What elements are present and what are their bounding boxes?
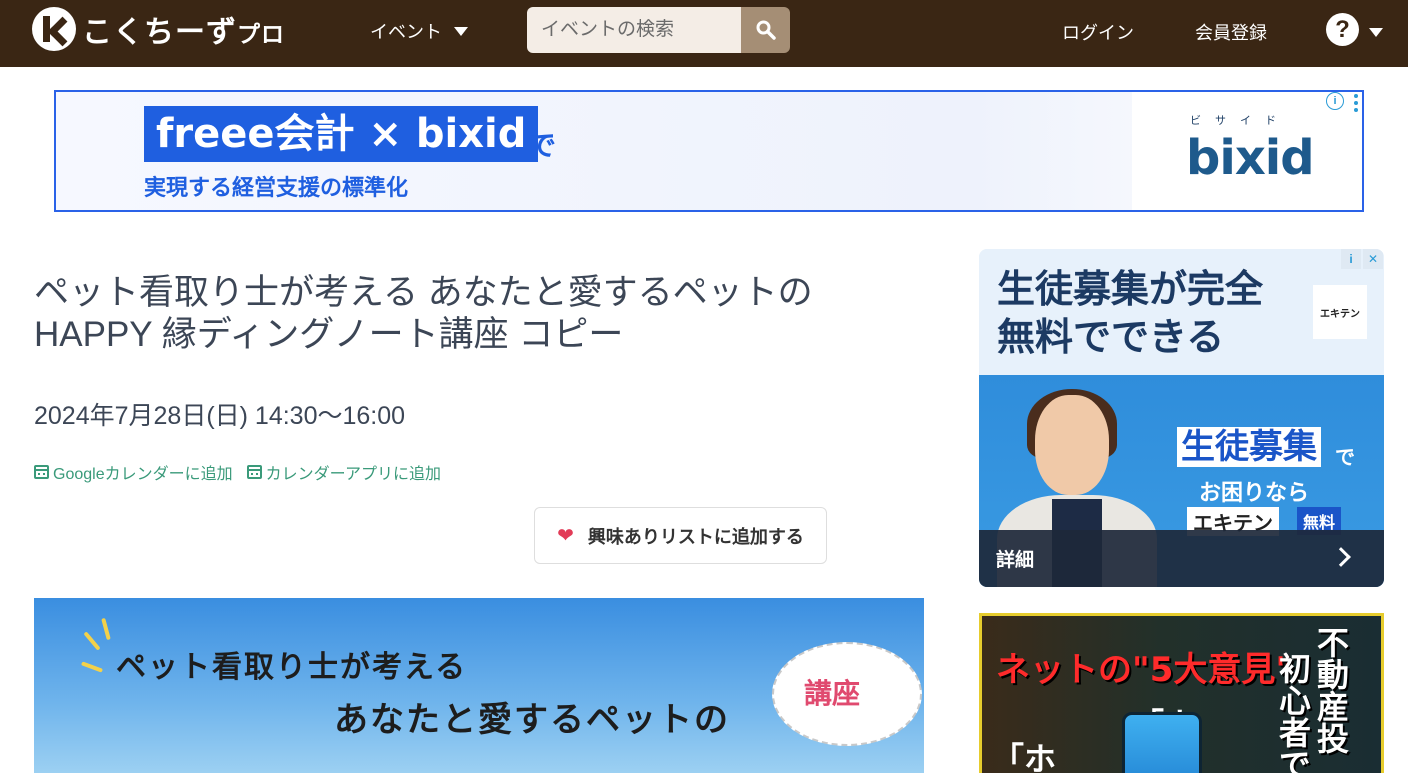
sidebar-ad2-vertical-2: 不動産投 [1312,626,1350,754]
banner-ad-brand-logo: bixid [1186,130,1315,186]
heart-icon: ❤ [557,525,574,547]
smartphone-icon [1122,712,1202,773]
search-input[interactable] [527,7,741,53]
site-logo[interactable]: こくちーずプロ [32,6,285,52]
chevron-down-icon [454,26,468,36]
nav-event-label: イベント [370,22,442,42]
ad-info-icon[interactable]: i [1341,249,1361,269]
banner-ad-subline: 実現する経営支援の標準化 [144,176,409,201]
hero-badge-text: 講座 [804,678,861,709]
sidebar-ad-tag-1: 生徒募集 [1177,427,1321,467]
event-hero-image: ペット看取り士が考える あなたと愛するペットの 講座 [34,598,924,773]
event-datetime: 2024年7月28日(日) 14:30〜16:00 [34,402,406,430]
search-button[interactable] [741,7,790,53]
nav-event-dropdown[interactable]: イベント [370,18,468,44]
add-calendar-app-label: カレンダーアプリに追加 [265,466,441,483]
sidebar-ad2-headline: ネットの [996,650,1132,690]
sidebar-ad-detail-label: 詳細 [996,550,1035,571]
add-calendar-app-link[interactable]: カレンダーアプリに追加 [246,460,441,484]
sidebar-ad-ekiten[interactable]: 生徒募集が完全無料でできる エキテン i ✕ 生徒募集 で お困りなら エキテン… [979,249,1384,587]
help-icon: ? [1326,13,1359,46]
banner-ad-brand-kana: ビサイド [1190,115,1290,127]
calendar-icon [246,465,262,479]
calendar-icon [34,465,49,479]
banner-ad-brand-panel: ビサイド bixid i [1132,92,1362,210]
register-link[interactable]: 会員登録 [1195,19,1267,45]
banner-ad-headline: freee会計 × bixid [144,106,539,162]
event-title: ペット看取り士が考える あなたと愛するペットの HAPPY 縁ディングノート講座… [34,273,813,354]
sidebar-ad2-vertical-1: 初心者で [1274,652,1312,773]
search-form [527,7,790,53]
hero-line-2: あなたと愛するペットの [334,700,730,740]
calendar-links: Googleカレンダーに追加 カレンダーアプリに追加 [34,460,441,484]
help-menu[interactable]: ? [1326,13,1383,46]
sidebar-ad2-headline-em: "5大意見" [1132,650,1294,690]
sidebar-ad-brand-logo: エキテン [1313,285,1367,339]
chevron-down-icon [1369,28,1383,37]
chevron-right-icon [1331,547,1351,567]
logo-suffix: プロ [237,22,285,48]
banner-ad-particle: で [528,130,557,161]
search-icon [756,20,776,40]
close-icon[interactable]: ✕ [1363,249,1383,269]
sidebar-ad-tag-1-suffix: で [1335,447,1355,469]
logo-text: こくちーず [82,15,237,50]
sidebar-ad-realestate[interactable]: ネットの"5大意見" 「ウ 「ホ 初心者で 不動産投 [979,613,1384,773]
sidebar-ad-tag-2: お困りなら [1199,480,1310,505]
login-link[interactable]: ログイン [1062,19,1134,45]
add-to-interest-list-label: 興味ありリストに追加する [587,526,804,547]
add-to-interest-list-button[interactable]: ❤ 興味ありリストに追加する [534,507,827,564]
logo-mark-icon [32,7,76,51]
sidebar-ad-detail-bar[interactable]: 詳細 [979,530,1384,587]
hero-line-1: ペット看取り士が考える [116,650,468,685]
add-google-calendar-label: Googleカレンダーに追加 [53,466,233,483]
ad-menu-icon[interactable] [1354,94,1358,112]
add-google-calendar-link[interactable]: Googleカレンダーに追加 [34,460,233,484]
ad-info-icon[interactable]: i [1326,92,1344,110]
sidebar-ad2-quote-2: 「ホ [992,740,1057,773]
sidebar-ad-headline: 生徒募集が完全無料でできる [997,267,1264,359]
banner-ad[interactable]: freee会計 × bixid で 実現する経営支援の標準化 ビサイド bixi… [54,90,1364,212]
site-header: こくちーずプロ イベント ログイン 会員登録 ? [0,0,1408,67]
